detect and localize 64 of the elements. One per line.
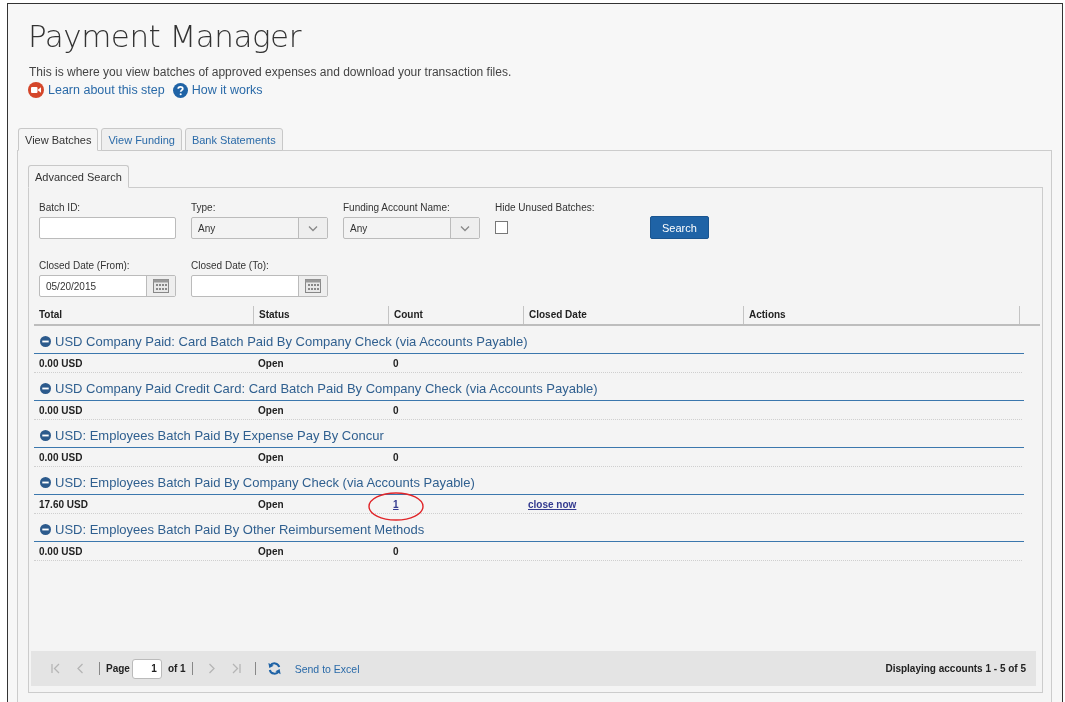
- calendar-icon: [305, 279, 321, 293]
- tab[interactable]: Advanced Search: [28, 165, 129, 188]
- refresh-icon[interactable]: [266, 661, 282, 676]
- close-now-link[interactable]: close now: [528, 498, 577, 510]
- column-header: Closed Date: [523, 306, 743, 324]
- collapse-icon[interactable]: [40, 383, 51, 394]
- tab[interactable]: View Batches: [18, 128, 99, 151]
- table-cell-text: 0.00 USD: [38, 404, 84, 416]
- collapse-icon[interactable]: [40, 430, 51, 441]
- field-label: Funding Account Name:: [343, 202, 451, 213]
- group-title: USD Company Paid: Card Batch Paid By Company Check (via Accounts Payable): [55, 334, 528, 349]
- page-title: Payment Manager: [28, 18, 303, 54]
- help-link[interactable]: How it works: [172, 82, 263, 98]
- column-header: Count: [388, 306, 523, 324]
- tab[interactable]: View Funding: [101, 128, 182, 151]
- table-cell-text: 0.00 USD: [38, 357, 84, 369]
- date-field[interactable]: 05/20/2015: [39, 275, 176, 297]
- count-link[interactable]: 1: [393, 498, 399, 510]
- page-description: This is where you view batches of approved expenses and download your transaction files.: [29, 65, 513, 79]
- group-title: USD: Employees Batch Paid By Other Reimbursement Methods: [55, 522, 425, 537]
- table-cell-text: Open: [257, 404, 285, 416]
- field-label: Closed Date (From):: [39, 260, 131, 271]
- page-label: Page: [106, 663, 130, 674]
- collapse-icon[interactable]: [40, 336, 51, 347]
- dropdown[interactable]: Any: [191, 217, 328, 239]
- dropdown[interactable]: Any: [343, 217, 480, 239]
- chevron-down-icon: [308, 224, 318, 232]
- collapse-icon[interactable]: [40, 524, 51, 535]
- table-cell: 0: [393, 404, 399, 416]
- table-cell-text: 17.60 USD: [38, 498, 89, 510]
- search-button[interactable]: Search: [650, 216, 709, 239]
- table-cell-text: Open: [257, 498, 285, 510]
- column-header: Total: [38, 308, 64, 322]
- table-cell-text: Open: [257, 451, 285, 463]
- field-label: Batch ID:: [39, 202, 82, 213]
- help-icon: [172, 82, 188, 98]
- date-field[interactable]: [191, 275, 328, 297]
- field-label: Closed Date (To):: [191, 260, 270, 271]
- group-title: USD: Employees Batch Paid By Expense Pay By Concur: [55, 428, 384, 443]
- table-cell-text: 0.00 USD: [38, 451, 84, 463]
- collapse-icon[interactable]: [40, 477, 51, 488]
- field-label: Type:: [191, 202, 217, 213]
- column-header: Status: [253, 306, 388, 324]
- input-field[interactable]: [39, 217, 176, 239]
- group-title: USD: Employees Batch Paid By Company Check (via Accounts Payable): [55, 475, 475, 490]
- checkbox[interactable]: [495, 221, 508, 234]
- table-cell-text: 0.00 USD: [38, 545, 84, 557]
- table-cell: 0: [393, 357, 399, 369]
- page-count: of 1: [167, 663, 186, 674]
- table-cell: 0: [393, 545, 399, 557]
- video-camera-icon: [28, 82, 44, 98]
- chevron-down-icon: [460, 224, 470, 232]
- page-number-field[interactable]: 1: [131, 658, 162, 679]
- field-label: Hide Unused Batches:: [495, 202, 596, 213]
- pager-summary: Displaying accounts 1 - 5 of 5: [885, 663, 1026, 674]
- calendar-icon: [153, 279, 169, 293]
- help-link[interactable]: Learn about this step: [28, 82, 165, 98]
- column-header: Actions: [743, 306, 1019, 324]
- table-cell-text: Open: [257, 357, 285, 369]
- tab[interactable]: Bank Statements: [184, 128, 283, 151]
- group-title: USD Company Paid Credit Card: Card Batch Paid By Company Check (via Accounts Payable): [55, 381, 598, 396]
- table-cell-text: Open: [257, 545, 285, 557]
- table-cell: 0: [393, 451, 399, 463]
- send-to-excel-link[interactable]: Send to Excel: [294, 662, 360, 675]
